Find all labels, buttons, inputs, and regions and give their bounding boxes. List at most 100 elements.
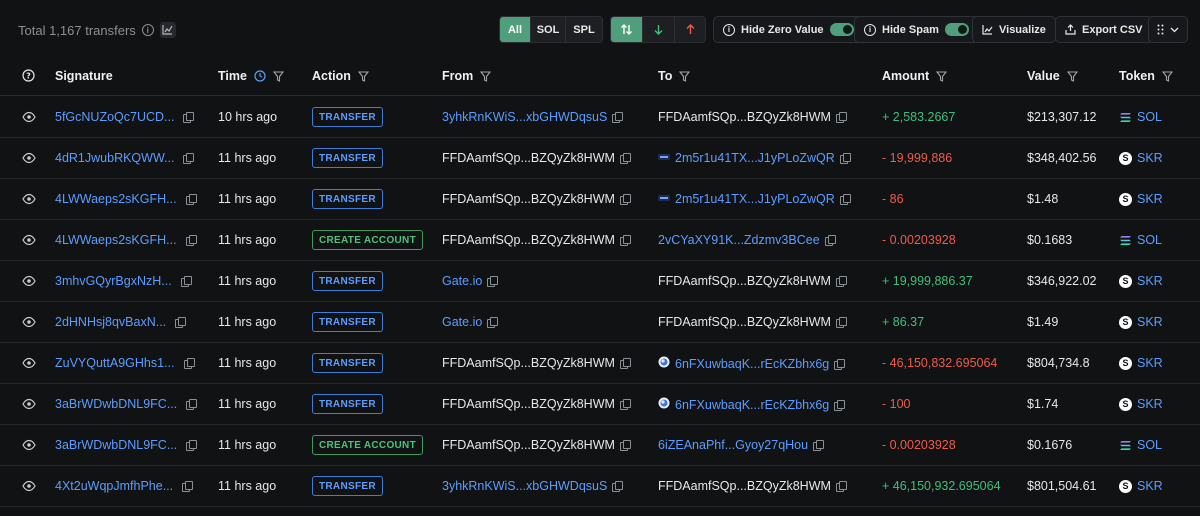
view-details-icon[interactable] — [22, 193, 36, 205]
token-link[interactable]: SOL — [1137, 233, 1162, 247]
copy-icon[interactable] — [619, 194, 631, 205]
table-row[interactable]: ZuVYQuttA9GHhs1... 11 hrs ago TRANSFER FFDA… — [0, 343, 1200, 384]
filter-icon[interactable] — [357, 70, 369, 82]
filter-spl-button[interactable]: SPL — [565, 17, 602, 42]
copy-icon[interactable] — [185, 235, 197, 246]
to-address[interactable]: 6iZEAnaPhf...Gyoy27qHou — [658, 438, 808, 452]
copy-icon[interactable] — [612, 112, 624, 123]
column-value[interactable]: Value — [1027, 69, 1078, 83]
view-details-icon[interactable] — [22, 234, 36, 246]
table-row[interactable]: 2dHNHsj8qvBaxN... 11 hrs ago TRANSFER Gate.… — [0, 302, 1200, 343]
token-link[interactable]: SKR — [1137, 151, 1163, 165]
token-cell[interactable]: SOL — [1119, 438, 1162, 452]
copy-icon[interactable] — [824, 235, 836, 246]
token-link[interactable]: SKR — [1137, 397, 1163, 411]
copy-icon[interactable] — [182, 481, 194, 492]
table-row[interactable]: 4Xt2uWqpJmfhPhe... 11 hrs ago TRANSFER 3yhk… — [0, 466, 1200, 507]
to-address[interactable]: 6nFXuwbaqK...rEcKZbhx6g — [675, 357, 829, 371]
copy-icon[interactable] — [183, 112, 195, 123]
copy-icon[interactable] — [839, 194, 851, 205]
token-link[interactable]: SKR — [1137, 479, 1163, 493]
token-cell[interactable]: S SKR — [1119, 151, 1163, 165]
copy-icon[interactable] — [835, 112, 847, 123]
copy-icon[interactable] — [835, 276, 847, 287]
filter-icon[interactable] — [272, 70, 284, 82]
signature-link[interactable]: 4LWWaeps2sKGFH... — [55, 233, 177, 247]
column-amount[interactable]: Amount — [882, 69, 948, 83]
table-row[interactable]: 4dR1JwubRKQWW... 11 hrs ago TRANSFER FFDAam… — [0, 138, 1200, 179]
help-icon[interactable]: ? — [22, 69, 35, 82]
filter-icon[interactable] — [936, 70, 948, 82]
copy-icon[interactable] — [619, 235, 631, 246]
token-cell[interactable]: S SKR — [1119, 479, 1163, 493]
copy-icon[interactable] — [175, 317, 187, 328]
copy-icon[interactable] — [180, 276, 192, 287]
filter-icon[interactable] — [1161, 70, 1173, 82]
chart-icon[interactable] — [159, 22, 176, 38]
to-address[interactable]: 2m5r1u41TX...J1yPLoZwQR — [675, 151, 835, 165]
copy-icon[interactable] — [186, 399, 198, 410]
toggle-switch[interactable] — [829, 23, 854, 36]
column-time[interactable]: Time — [218, 69, 284, 83]
view-details-icon[interactable] — [22, 480, 36, 492]
copy-icon[interactable] — [487, 317, 499, 328]
direction-both-button[interactable] — [611, 17, 642, 42]
column-to[interactable]: To — [658, 69, 691, 83]
copy-icon[interactable] — [619, 399, 631, 410]
token-link[interactable]: SKR — [1137, 192, 1163, 206]
table-row[interactable]: 3aBrWDwbDNL9FC... 11 hrs ago TRANSFER FFDAa… — [0, 384, 1200, 425]
filter-icon[interactable] — [1066, 70, 1078, 82]
copy-icon[interactable] — [619, 440, 631, 451]
view-details-icon[interactable] — [22, 111, 36, 123]
copy-icon[interactable] — [612, 481, 624, 492]
token-cell[interactable]: S SKR — [1119, 356, 1163, 370]
token-cell[interactable]: S SKR — [1119, 274, 1163, 288]
column-action[interactable]: Action — [312, 69, 369, 83]
toggle-switch[interactable] — [944, 23, 969, 36]
signature-link[interactable]: 2dHNHsj8qvBaxN... — [55, 315, 166, 329]
signature-link[interactable]: 4Xt2uWqpJmfhPhe... — [55, 479, 173, 493]
view-details-icon[interactable] — [22, 398, 36, 410]
copy-icon[interactable] — [834, 358, 846, 370]
export-csv-button[interactable]: Export CSV — [1055, 16, 1153, 43]
to-address[interactable]: 6nFXuwbaqK...rEcKZbhx6g — [675, 398, 829, 412]
filter-icon[interactable] — [480, 70, 492, 82]
view-details-icon[interactable] — [22, 439, 36, 451]
token-link[interactable]: SOL — [1137, 438, 1162, 452]
signature-link[interactable]: 5fGcNUZoQc7UCD... — [55, 110, 174, 124]
to-address[interactable]: 2m5r1u41TX...J1yPLoZwQR — [675, 192, 835, 206]
copy-icon[interactable] — [186, 440, 198, 451]
copy-icon[interactable] — [487, 276, 499, 287]
copy-icon[interactable] — [619, 153, 631, 164]
copy-icon[interactable] — [813, 440, 825, 451]
from-address[interactable]: Gate.io — [442, 315, 482, 329]
view-details-icon[interactable] — [22, 275, 36, 287]
signature-link[interactable]: ZuVYQuttA9GHhs1... — [55, 356, 175, 370]
token-cell[interactable]: S SKR — [1119, 192, 1163, 206]
column-from[interactable]: From — [442, 69, 492, 83]
token-link[interactable]: SKR — [1137, 315, 1163, 329]
signature-link[interactable]: 3aBrWDwbDNL9FC... — [55, 438, 177, 452]
view-details-icon[interactable] — [22, 316, 36, 328]
to-address[interactable]: 2vCYaXY91K...Zdzmv3BCee — [658, 233, 820, 247]
view-details-icon[interactable] — [22, 152, 36, 164]
signature-link[interactable]: 3mhvGQyrBgxNzH... — [55, 274, 172, 288]
table-row[interactable]: 5fGcNUZoQc7UCD... 10 hrs ago TRANSFER 3yhkR… — [0, 97, 1200, 138]
hide-zero-value-toggle[interactable]: i Hide Zero Value — [713, 16, 864, 43]
column-token[interactable]: Token — [1119, 69, 1173, 83]
column-settings-button[interactable] — [1148, 16, 1188, 43]
column-signature[interactable]: Signature — [55, 69, 113, 83]
copy-icon[interactable] — [835, 317, 847, 328]
token-cell[interactable]: S SKR — [1119, 397, 1163, 411]
filter-sol-button[interactable]: SOL — [530, 17, 565, 42]
from-address[interactable]: Gate.io — [442, 274, 482, 288]
filter-icon[interactable] — [679, 70, 691, 82]
filter-all-button[interactable]: All — [500, 17, 530, 42]
signature-link[interactable]: 4LWWaeps2sKGFH... — [55, 192, 177, 206]
copy-icon[interactable] — [619, 358, 631, 369]
token-cell[interactable]: SOL — [1119, 233, 1162, 247]
table-row[interactable]: 4LWWaeps2sKGFH... 11 hrs ago CREATE ACCOUN… — [0, 220, 1200, 261]
token-cell[interactable]: SOL — [1119, 110, 1162, 124]
token-link[interactable]: SOL — [1137, 110, 1162, 124]
table-row[interactable]: 3aBrWDwbDNL9FC... 11 hrs ago CREATE ACCOUN… — [0, 425, 1200, 466]
